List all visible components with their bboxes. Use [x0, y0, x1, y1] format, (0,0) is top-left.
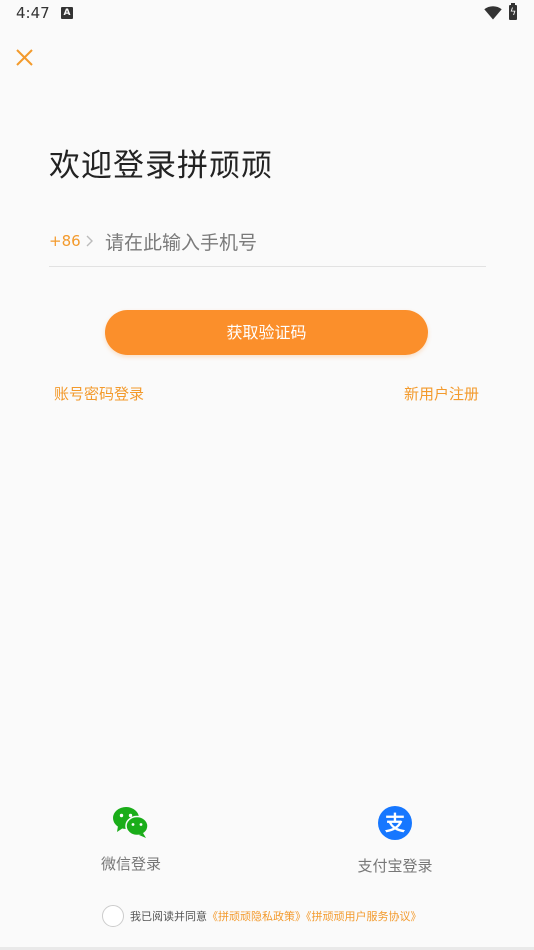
svg-text:支: 支	[385, 811, 406, 835]
status-time: 4:47	[16, 4, 50, 22]
service-agreement-link[interactable]: 《拼顽顽用户服务协议》	[306, 910, 422, 923]
register-link[interactable]: 新用户注册	[404, 383, 479, 404]
wifi-icon	[484, 6, 502, 20]
close-icon	[16, 49, 33, 66]
battery-icon: ϟ	[509, 3, 517, 20]
notification-icon: A	[61, 7, 73, 19]
wechat-login-button[interactable]: 微信登录	[71, 805, 191, 874]
country-code-selector[interactable]: +86	[49, 232, 81, 250]
phone-input[interactable]	[105, 226, 475, 260]
agreement-prefix: 我已阅读并同意	[130, 910, 207, 923]
close-button[interactable]	[12, 45, 38, 71]
agreement-checkbox[interactable]	[102, 905, 124, 927]
chevron-right-icon	[86, 235, 93, 247]
privacy-policy-link[interactable]: 《拼顽顽隐私政策》	[207, 910, 306, 923]
wechat-icon	[113, 807, 149, 838]
wechat-login-label: 微信登录	[100, 855, 161, 873]
get-code-button[interactable]: 获取验证码	[105, 310, 428, 355]
alipay-login-label: 支付宝登录	[357, 857, 433, 875]
status-bar: 4:47 A ϟ	[0, 0, 534, 28]
agreement-text: 我已阅读并同意《拼顽顽隐私政策》《拼顽顽用户服务协议》	[130, 908, 422, 924]
phone-row: +86	[49, 222, 486, 267]
alipay-icon: 支	[378, 806, 412, 840]
password-login-link[interactable]: 账号密码登录	[54, 383, 144, 404]
page-title: 欢迎登录拼顽顽	[49, 148, 273, 184]
alipay-login-button[interactable]: 支 支付宝登录	[335, 805, 455, 876]
